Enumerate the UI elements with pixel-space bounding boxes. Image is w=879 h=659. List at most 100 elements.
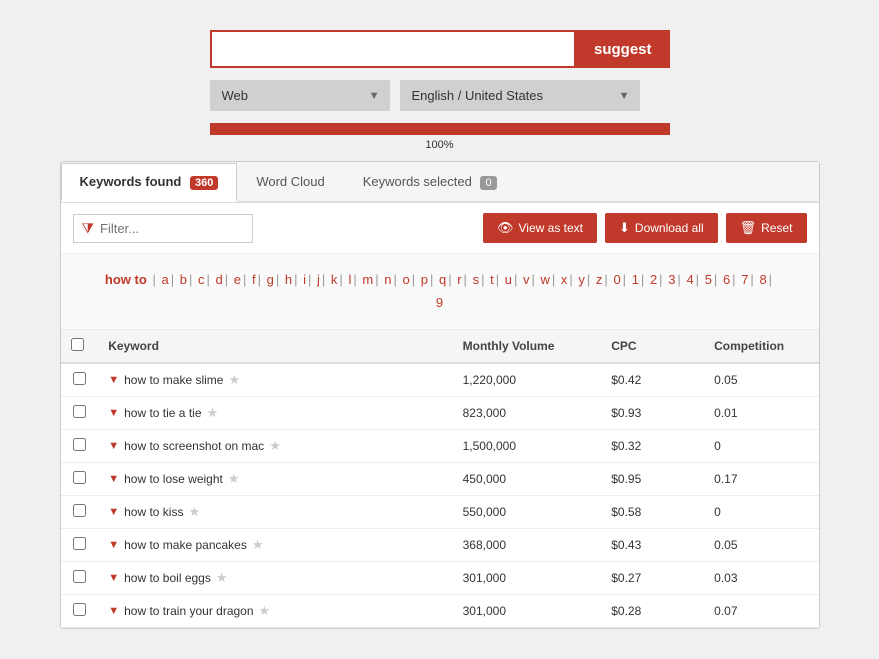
- alpha-g[interactable]: g: [267, 272, 274, 287]
- competition-cell: 0: [704, 495, 818, 528]
- main-container: Keywords found 360 Word Cloud Keywords s…: [60, 161, 820, 629]
- cpc-cell: $0.58: [601, 495, 704, 528]
- keyword-text: how to make pancakes: [124, 538, 247, 552]
- progress-label: 100%: [210, 139, 670, 151]
- alpha-bar: how to | a| b| c| d| e| f| g| h| i| j| k…: [61, 254, 819, 330]
- expand-icon[interactable]: ▼: [108, 539, 119, 551]
- tab-keywords-found-badge: 360: [190, 176, 218, 190]
- row-checkbox[interactable]: [73, 438, 86, 451]
- star-icon[interactable]: ★: [228, 372, 240, 388]
- keyword-table: Keyword Monthly Volume CPC Competition ▼…: [61, 330, 819, 628]
- download-all-button[interactable]: ⬇ Download all: [605, 213, 718, 243]
- expand-icon[interactable]: ▼: [108, 572, 119, 584]
- expand-icon[interactable]: ▼: [108, 506, 119, 518]
- row-checkbox[interactable]: [73, 537, 86, 550]
- alpha-6[interactable]: 6: [723, 272, 730, 287]
- language-dropdown-wrapper: English / United States ▼: [400, 80, 640, 111]
- col-header-competition: Competition: [704, 330, 818, 363]
- alpha-q[interactable]: q: [439, 272, 446, 287]
- row-checkbox[interactable]: [73, 372, 86, 385]
- row-checkbox-cell: [61, 363, 99, 397]
- alpha-w[interactable]: w: [540, 272, 549, 287]
- row-checkbox[interactable]: [73, 471, 86, 484]
- alpha-v[interactable]: v: [523, 272, 530, 287]
- table-row: ▼ how to train your dragon ★ 301,000 $0.…: [61, 594, 819, 627]
- type-dropdown-wrapper: Web ▼: [210, 80, 390, 111]
- alpha-n[interactable]: n: [384, 272, 391, 287]
- tab-word-cloud[interactable]: Word Cloud: [237, 163, 343, 202]
- alpha-p[interactable]: p: [421, 272, 428, 287]
- reset-button[interactable]: 🗑 Reset: [726, 213, 807, 243]
- tab-keywords-selected[interactable]: Keywords selected 0: [344, 163, 516, 202]
- filter-input[interactable]: [100, 221, 240, 236]
- alpha-t[interactable]: t: [490, 272, 494, 287]
- alpha-s[interactable]: s: [473, 272, 480, 287]
- alpha-f[interactable]: f: [252, 272, 256, 287]
- progress-bar-wrapper: [210, 123, 670, 135]
- alpha-b[interactable]: b: [180, 272, 187, 287]
- suggest-button[interactable]: suggest: [576, 30, 670, 68]
- search-input[interactable]: how to: [210, 30, 576, 68]
- alpha-9[interactable]: 9: [436, 295, 443, 310]
- alpha-3[interactable]: 3: [668, 272, 675, 287]
- row-checkbox[interactable]: [73, 570, 86, 583]
- keyword-text: how to screenshot on mac: [124, 439, 264, 453]
- alpha-l[interactable]: l: [348, 272, 351, 287]
- table-row: ▼ how to make pancakes ★ 368,000 $0.43 0…: [61, 528, 819, 561]
- star-icon[interactable]: ★: [259, 603, 271, 619]
- reset-label: Reset: [761, 221, 792, 235]
- row-checkbox-cell: [61, 462, 99, 495]
- alpha-d[interactable]: d: [215, 272, 222, 287]
- alpha-m[interactable]: m: [362, 272, 373, 287]
- reset-icon: 🗑: [740, 220, 757, 236]
- star-icon[interactable]: ★: [207, 405, 219, 421]
- progress-bar-fill: [210, 123, 670, 135]
- alpha-0[interactable]: 0: [613, 272, 620, 287]
- volume-cell: 450,000: [453, 462, 602, 495]
- volume-cell: 823,000: [453, 396, 602, 429]
- alpha-e[interactable]: e: [234, 272, 241, 287]
- alpha-i[interactable]: i: [303, 272, 306, 287]
- row-checkbox[interactable]: [73, 405, 86, 418]
- alpha-c[interactable]: c: [198, 272, 205, 287]
- star-icon[interactable]: ★: [269, 438, 281, 454]
- alpha-1[interactable]: 1: [632, 272, 639, 287]
- select-all-checkbox[interactable]: [71, 338, 84, 351]
- alpha-8[interactable]: 8: [759, 272, 766, 287]
- alpha-y[interactable]: y: [578, 272, 585, 287]
- alpha-o[interactable]: o: [402, 272, 409, 287]
- alpha-z[interactable]: z: [596, 272, 603, 287]
- star-icon[interactable]: ★: [252, 537, 264, 553]
- star-icon[interactable]: ★: [188, 504, 200, 520]
- alpha-h[interactable]: h: [285, 272, 292, 287]
- view-as-text-button[interactable]: 👁 View as text: [483, 213, 597, 243]
- star-icon[interactable]: ★: [228, 471, 240, 487]
- language-dropdown[interactable]: English / United States: [400, 80, 640, 111]
- competition-cell: 0.17: [704, 462, 818, 495]
- alpha-5[interactable]: 5: [705, 272, 712, 287]
- alpha-2[interactable]: 2: [650, 272, 657, 287]
- alpha-k[interactable]: k: [331, 272, 338, 287]
- alpha-j[interactable]: j: [317, 272, 320, 287]
- expand-icon[interactable]: ▼: [108, 473, 119, 485]
- type-dropdown[interactable]: Web: [210, 80, 390, 111]
- alpha-7[interactable]: 7: [741, 272, 748, 287]
- star-icon[interactable]: ★: [216, 570, 228, 586]
- volume-cell: 368,000: [453, 528, 602, 561]
- tab-keywords-found[interactable]: Keywords found 360: [61, 163, 238, 202]
- row-checkbox-cell: [61, 561, 99, 594]
- col-header-volume: Monthly Volume: [453, 330, 602, 363]
- row-checkbox[interactable]: [73, 504, 86, 517]
- expand-icon[interactable]: ▼: [108, 440, 119, 452]
- alpha-r[interactable]: r: [457, 272, 461, 287]
- expand-icon[interactable]: ▼: [108, 407, 119, 419]
- alpha-a[interactable]: a: [161, 272, 168, 287]
- expand-icon[interactable]: ▼: [108, 374, 119, 386]
- tab-word-cloud-label: Word Cloud: [256, 174, 324, 189]
- expand-icon[interactable]: ▼: [108, 605, 119, 617]
- row-checkbox[interactable]: [73, 603, 86, 616]
- alpha-x[interactable]: x: [561, 272, 568, 287]
- alpha-u[interactable]: u: [505, 272, 512, 287]
- alpha-4[interactable]: 4: [686, 272, 693, 287]
- table-row: ▼ how to screenshot on mac ★ 1,500,000 $…: [61, 429, 819, 462]
